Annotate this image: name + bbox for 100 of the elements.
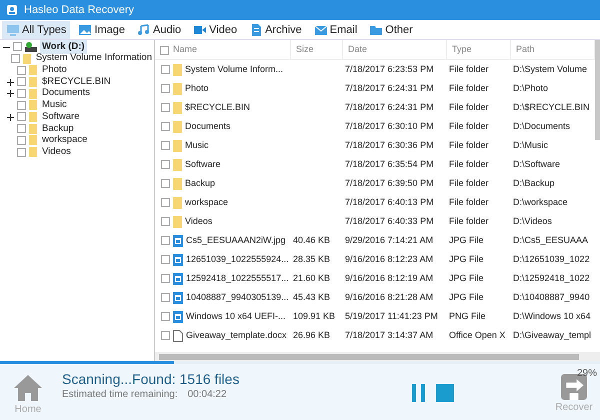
filter-tab[interactable]: Archive (245, 20, 306, 38)
table-cell: 7/18/2017 6:39:50 PM (345, 178, 434, 188)
table-cell: D:\12592418_1022 (513, 272, 590, 283)
table-cell: 7/18/2017 6:35:54 PM (345, 158, 434, 169)
table-cell: Office Open X (449, 330, 506, 340)
checkbox[interactable] (161, 217, 170, 226)
table-cell: D:\10408887_9940 (513, 292, 590, 302)
table-cell: 9/16/2016 8:12:19 AM (345, 272, 434, 283)
file-name: Music (185, 138, 209, 152)
tree-item[interactable]: Work (D:) (40, 40, 87, 54)
checkbox[interactable] (161, 179, 170, 188)
checkbox[interactable] (17, 136, 26, 145)
checkbox[interactable] (161, 65, 170, 74)
folder-icon (173, 82, 182, 94)
file-name: System Volume Inform... (185, 62, 284, 76)
column-header[interactable]: Size (291, 40, 343, 60)
column-header[interactable]: Date (343, 40, 447, 60)
checkbox[interactable] (10, 54, 20, 64)
checkbox[interactable] (161, 255, 170, 264)
checkbox[interactable] (161, 236, 170, 245)
table-cell: D:\Documents (513, 120, 570, 131)
table-cell: File folder (449, 140, 489, 150)
table-cell: JPG File (449, 254, 484, 264)
table-cell: File folder (449, 64, 489, 74)
column-header[interactable]: Name (173, 43, 198, 57)
file-name: Backup (185, 176, 216, 190)
folder-icon (173, 158, 182, 170)
tree-item[interactable]: Photo (40, 63, 69, 78)
table-cell: D:\Backup (513, 178, 555, 188)
checkbox[interactable] (17, 148, 26, 157)
checkbox[interactable] (161, 141, 170, 150)
vertical-scrollbar[interactable] (595, 40, 600, 140)
expand-toggle[interactable] (7, 113, 14, 121)
table-cell: 7/18/2017 6:24:31 PM (345, 102, 434, 112)
checkbox[interactable] (161, 103, 170, 112)
checkbox[interactable] (17, 89, 26, 98)
table-cell: 21.60 KB (293, 272, 330, 283)
column-header[interactable]: Type (447, 40, 511, 60)
checkbox[interactable] (17, 77, 26, 86)
table-cell: JPG File (449, 292, 484, 302)
table-cell: 109.91 KB (293, 310, 336, 321)
table-cell: 7/18/2017 3:14:37 AM (345, 330, 434, 340)
table-cell: JPG File (449, 272, 484, 283)
tree-item[interactable]: workspace (40, 133, 90, 148)
checkbox[interactable] (13, 42, 22, 52)
table-cell: 7/18/2017 6:40:33 PM (345, 216, 434, 226)
checkbox[interactable] (161, 198, 170, 207)
filter-tab[interactable]: Email (310, 20, 362, 38)
expand-toggle[interactable] (7, 90, 14, 98)
checkbox[interactable] (161, 122, 170, 131)
table-cell: 28.35 KB (293, 254, 330, 264)
checkbox[interactable] (161, 293, 170, 302)
table-cell: 7/18/2017 6:30:10 PM (345, 120, 434, 131)
filter-tab[interactable]: Image (74, 20, 130, 38)
checkbox[interactable] (161, 312, 170, 321)
pause-button[interactable] (412, 384, 426, 402)
filter-tab[interactable]: Audio (133, 20, 186, 38)
filter-tab[interactable]: Other (365, 20, 417, 38)
file-name: Documents (185, 120, 231, 133)
checkbox[interactable] (17, 66, 26, 75)
table-cell: 9/16/2016 8:12:23 AM (345, 254, 434, 264)
table-cell: 7/18/2017 6:23:53 PM (345, 64, 434, 74)
table-cell: File folder (449, 120, 489, 131)
horizontal-scrollbar[interactable] (155, 352, 600, 361)
filter-tab[interactable]: All Types (2, 20, 70, 38)
image-file-icon (173, 272, 183, 284)
file-name: workspace (185, 196, 228, 209)
checkbox[interactable] (17, 100, 26, 110)
table-cell: JPG File (449, 234, 484, 245)
file-name: Photo (185, 82, 209, 95)
window-title: Hasleo Data Recovery (24, 2, 134, 18)
drive-icon (25, 42, 37, 52)
table-cell: D:\workspace (513, 196, 568, 207)
checkbox[interactable] (17, 124, 26, 134)
expand-toggle[interactable] (7, 78, 14, 86)
tree-item[interactable]: System Volume Information (34, 51, 154, 66)
table-cell: D:\Windows 10 x64 (513, 310, 591, 321)
table-cell: 26.96 KB (293, 330, 330, 340)
document-icon (249, 22, 264, 36)
checkbox[interactable] (160, 46, 169, 54)
tree-item[interactable]: Music (40, 98, 69, 112)
music-note-icon (137, 22, 152, 36)
checkbox[interactable] (17, 112, 26, 122)
table-cell: 40.46 KB (293, 234, 330, 245)
tree-item[interactable]: Backup (40, 122, 76, 136)
table-cell: D:\Cs5_EESUAAA (513, 234, 588, 245)
file-name: 10408887_9940305139... (186, 290, 289, 304)
app-icon (6, 4, 18, 16)
checkbox[interactable] (161, 331, 170, 340)
tree-item[interactable]: Software (40, 110, 82, 124)
tree-item[interactable]: Videos (40, 144, 73, 160)
image-file-icon (173, 292, 183, 304)
table-cell: 7/18/2017 6:40:13 PM (345, 196, 434, 207)
table-cell: 9/16/2016 8:21:28 AM (345, 292, 434, 302)
checkbox[interactable] (161, 274, 170, 283)
filter-tab[interactable]: Video (189, 20, 242, 38)
table-cell: File folder (449, 158, 489, 169)
checkbox[interactable] (161, 160, 170, 169)
table-cell: D:\Software (513, 158, 560, 169)
checkbox[interactable] (161, 84, 170, 93)
